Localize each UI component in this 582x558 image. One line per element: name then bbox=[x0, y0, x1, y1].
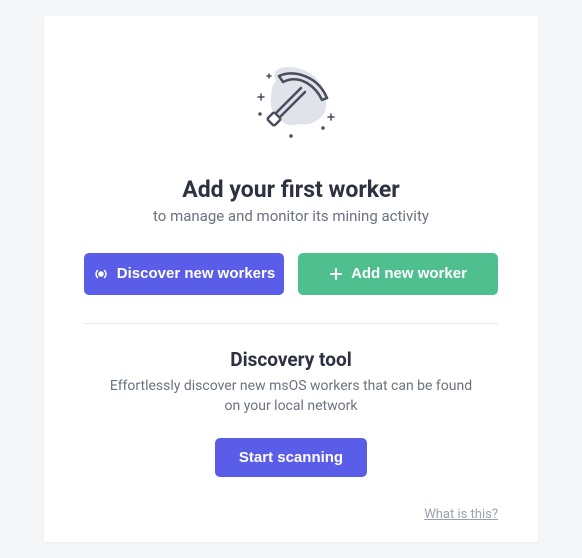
scan-button-wrap: Start scanning bbox=[84, 438, 498, 477]
divider bbox=[84, 323, 498, 324]
start-scanning-button[interactable]: Start scanning bbox=[215, 438, 367, 477]
button-row: Discover new workers Add new worker bbox=[84, 253, 498, 295]
discovery-description: Effortlessly discover new msOS workers t… bbox=[84, 377, 498, 416]
onboarding-card: Add your first worker to manage and moni… bbox=[44, 16, 538, 542]
radar-icon bbox=[93, 266, 109, 282]
hero-title: Add your first worker bbox=[84, 176, 498, 203]
add-button-label: Add new worker bbox=[351, 265, 467, 282]
discover-workers-button[interactable]: Discover new workers bbox=[84, 253, 284, 295]
hero-subtitle: to manage and monitor its mining activit… bbox=[84, 207, 498, 225]
what-is-this-link[interactable]: What is this? bbox=[84, 507, 498, 522]
add-worker-button[interactable]: Add new worker bbox=[298, 253, 498, 295]
plus-icon bbox=[329, 267, 343, 281]
discovery-title: Discovery tool bbox=[84, 348, 498, 371]
discover-button-label: Discover new workers bbox=[117, 265, 275, 282]
pickaxe-icon bbox=[84, 56, 498, 156]
